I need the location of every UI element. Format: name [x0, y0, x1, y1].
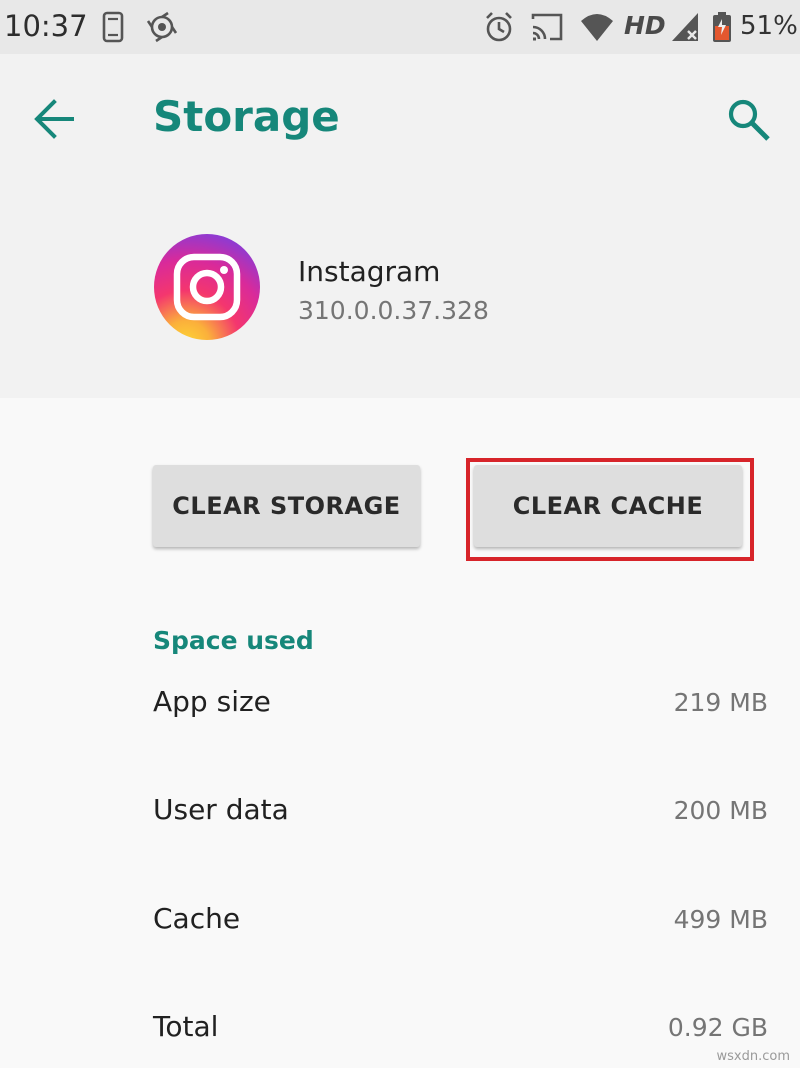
watermark: wsxdn.com [716, 1049, 791, 1064]
battery-icon [713, 12, 731, 42]
highlight-annotation [466, 458, 754, 561]
cast-icon [531, 13, 563, 41]
back-button[interactable] [26, 90, 84, 148]
alarm-icon [486, 12, 512, 42]
app-size-value: 219 MB [673, 688, 768, 717]
clear-storage-button[interactable]: CLEAR STORAGE [153, 465, 420, 547]
battery-percent: 51% [740, 11, 798, 41]
total-label: Total [153, 1010, 219, 1043]
page-title: Storage [153, 92, 340, 141]
cache-label: Cache [153, 902, 241, 935]
arrow-back-icon [34, 99, 74, 139]
sync-icon [146, 11, 178, 43]
user-data-value: 200 MB [673, 796, 768, 825]
cache-value: 499 MB [673, 905, 768, 934]
wifi-icon [581, 14, 613, 41]
status-time: 10:37 [4, 9, 88, 43]
search-icon [728, 99, 770, 141]
phone-icon [102, 11, 124, 43]
app-size-label: App size [153, 685, 271, 718]
total-value: 0.92 GB [667, 1013, 768, 1042]
cell-signal-icon [672, 13, 698, 41]
app-header [0, 54, 800, 398]
section-header-space-used: Space used [153, 626, 314, 655]
instagram-icon [154, 234, 260, 340]
app-name: Instagram [298, 255, 441, 288]
network-type: HD [624, 11, 666, 40]
app-version: 310.0.0.37.328 [298, 296, 489, 325]
user-data-label: User data [153, 793, 289, 826]
status-bar: 10:37 HD 51% [0, 0, 800, 54]
search-button[interactable] [718, 90, 780, 148]
